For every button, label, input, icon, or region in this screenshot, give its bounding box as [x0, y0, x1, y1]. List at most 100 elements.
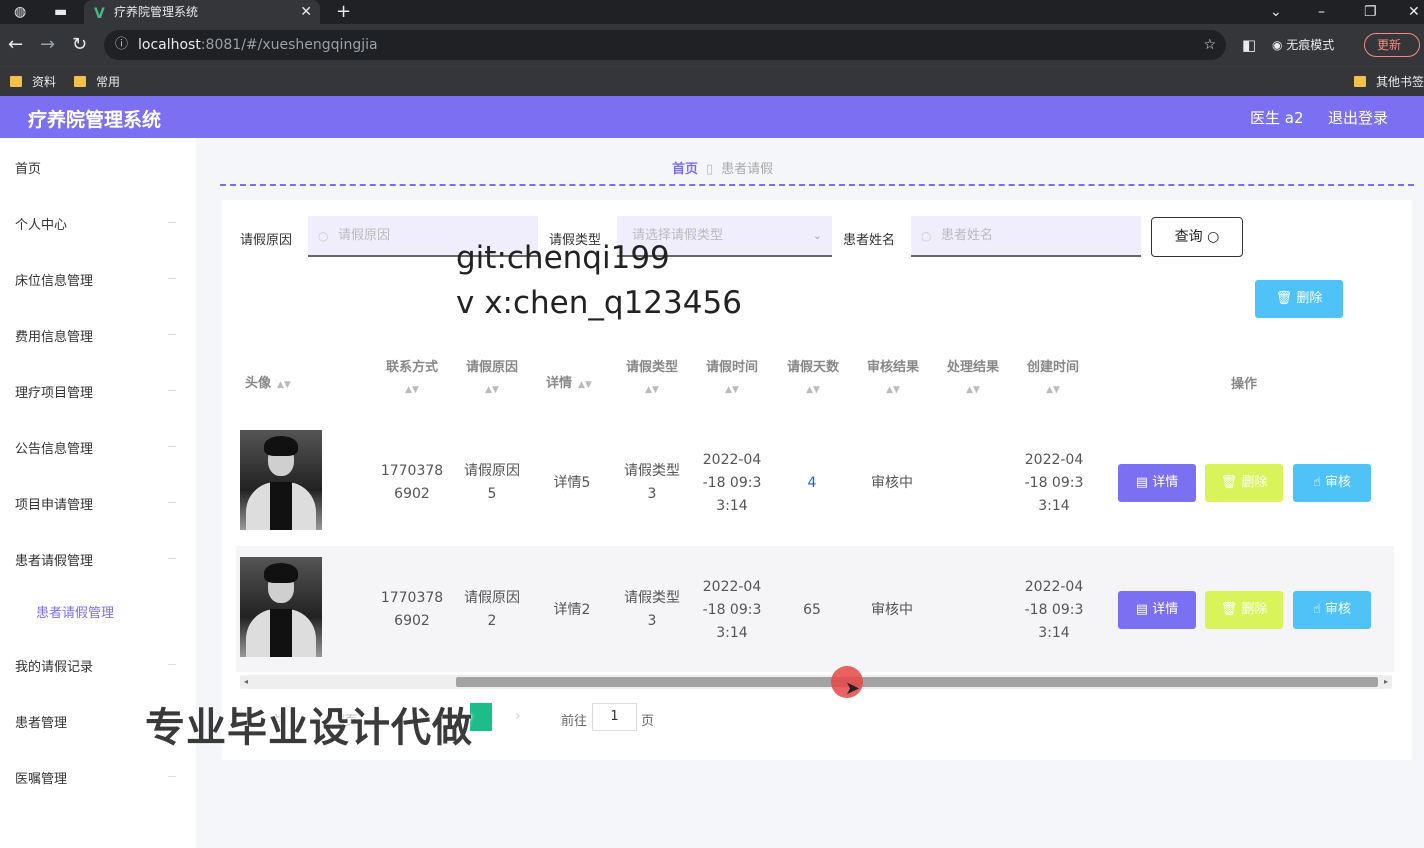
star-icon[interactable]: ☆: [1203, 30, 1216, 60]
info-icon[interactable]: ⓘ: [115, 30, 128, 60]
col-type[interactable]: 请假类型 ▲▼: [622, 356, 682, 395]
pager-current-page[interactable]: [470, 703, 492, 731]
sidebar-subitem-leave-manage[interactable]: 患者请假管理: [36, 602, 114, 621]
logout-button[interactable]: 退出登录: [1328, 107, 1388, 128]
sort-icon[interactable]: ▲▼: [702, 385, 762, 395]
sidebar-item-applications[interactable]: 项目申请管理: [15, 494, 93, 513]
cell-time: 2022-04 -18 09:3 3:14: [702, 579, 762, 641]
goto-unit: 页: [641, 714, 655, 729]
sort-icon[interactable]: ▲▼: [863, 385, 923, 395]
sidebar-item-profile[interactable]: 个人中心: [15, 214, 67, 233]
bookmarks-bar: 资料 常用 其他书签: [0, 66, 1424, 96]
chevron-down-icon[interactable]: ⌄: [1270, 0, 1282, 24]
bookmark-folder[interactable]: 资料: [10, 72, 56, 92]
sidebar-item-notices[interactable]: 公告信息管理: [15, 438, 93, 457]
forward-icon[interactable]: →: [40, 34, 55, 55]
col-audit[interactable]: 审核结果 ▲▼: [863, 356, 923, 395]
cell-reason: 请假原因 2: [464, 590, 520, 629]
window-icon[interactable]: ▬: [54, 0, 67, 24]
close-icon[interactable]: ✕: [300, 0, 312, 24]
sort-icon[interactable]: ▲▼: [1023, 385, 1083, 395]
sidebar-item-my-leave[interactable]: 我的请假记录: [15, 656, 93, 675]
col-reason[interactable]: 请假原因 ▲▼: [462, 356, 522, 395]
col-phone[interactable]: 联系方式 ▲▼: [382, 356, 442, 395]
back-icon[interactable]: ←: [8, 34, 23, 55]
url-path: :8081/#/xueshengqingjia: [200, 37, 378, 53]
vue-logo-icon: V: [94, 6, 105, 22]
url-input[interactable]: ⓘ localhost:8081/#/xueshengqingjia ☆: [104, 30, 1226, 60]
col-created[interactable]: 创建时间 ▲▼: [1023, 356, 1083, 395]
search-icon: ○: [1207, 229, 1220, 245]
chevron-icon: [168, 446, 176, 447]
browser-tabbar: ◍ ▬ V 疗养院管理系统 ✕ + ⌄ – ❐ ✕: [0, 0, 1424, 24]
sidebar-item-fees[interactable]: 费用信息管理: [15, 326, 93, 345]
sidebar-item-orders[interactable]: 医嘱管理: [15, 768, 67, 787]
delete-button[interactable]: 🗑 删除: [1205, 464, 1283, 502]
name-input[interactable]: ○ 患者姓名: [911, 216, 1141, 257]
batch-delete-button[interactable]: 🗑 删除: [1255, 280, 1343, 318]
sidebar-item-leave[interactable]: 患者请假管理: [15, 550, 93, 569]
trash-icon: 🗑: [1220, 475, 1242, 490]
sidepanel-icon[interactable]: ◧: [1242, 36, 1256, 54]
col-avatar[interactable]: 头像 ▲▼: [245, 372, 291, 391]
cell-phone: 1770378 6902: [380, 463, 444, 502]
sort-icon[interactable]: ▲▼: [943, 385, 1003, 395]
bookmark-folder[interactable]: 常用: [74, 72, 120, 92]
breadcrumb-home[interactable]: 首页: [672, 162, 698, 177]
minimize-icon[interactable]: –: [1318, 0, 1325, 24]
col-time[interactable]: 请假时间 ▲▼: [702, 356, 762, 395]
query-button[interactable]: 查询 ○: [1151, 217, 1243, 257]
restore-icon[interactable]: ❐: [1364, 0, 1377, 24]
sidebar-item-therapy[interactable]: 理疗项目管理: [15, 382, 93, 401]
name-placeholder: 患者姓名: [941, 228, 994, 243]
tab-title: 疗养院管理系统: [114, 5, 199, 19]
col-result[interactable]: 处理结果 ▲▼: [943, 356, 1003, 395]
reload-icon[interactable]: ↻: [72, 34, 87, 55]
new-tab-icon[interactable]: +: [336, 0, 351, 24]
chevron-icon: [168, 664, 176, 665]
scroll-right-icon[interactable]: ▸: [1384, 675, 1388, 689]
breadcrumb-separator-icon: ▯: [706, 162, 714, 177]
sidebar-item-beds[interactable]: 床位信息管理: [15, 270, 93, 289]
sort-icon[interactable]: ▲▼: [382, 385, 442, 395]
browser-tab[interactable]: V 疗养院管理系统 ✕: [84, 0, 320, 24]
sort-icon[interactable]: ▲▼: [578, 380, 592, 390]
window-close-icon[interactable]: ✕: [1408, 0, 1420, 24]
sort-icon[interactable]: ▲▼: [622, 385, 682, 395]
sidebar-item-home[interactable]: 首页: [15, 158, 41, 177]
detail-button[interactable]: ▤ 详情: [1118, 464, 1196, 502]
incognito-label[interactable]: ◉ 无痕模式: [1272, 33, 1334, 57]
watermark-vx: v x:chen_q123456: [456, 285, 742, 321]
cell-reason: 请假原因 5: [464, 463, 520, 502]
goto-page-input[interactable]: 1: [592, 703, 637, 731]
chevron-right-icon[interactable]: ›: [505, 703, 531, 731]
folder-icon: [74, 76, 86, 87]
scroll-thumb[interactable]: [456, 677, 1378, 687]
cell-time: 2022-04 -18 09:3 3:14: [702, 452, 762, 514]
update-button[interactable]: 更新: [1364, 33, 1420, 57]
col-detail[interactable]: 详情 ▲▼: [546, 372, 592, 391]
cell-audit: 审核中: [871, 602, 913, 618]
globe-icon[interactable]: ◍: [14, 0, 26, 24]
horizontal-scrollbar[interactable]: ◂ ▸: [240, 675, 1392, 689]
delete-button[interactable]: 🗑 删除: [1205, 591, 1283, 629]
detail-button[interactable]: ▤ 详情: [1118, 591, 1196, 629]
chevron-icon: [168, 776, 176, 777]
sort-icon[interactable]: ▲▼: [462, 385, 522, 395]
cell-days: 65: [803, 602, 821, 618]
avatar: [240, 557, 322, 657]
bookmark-folder[interactable]: 其他书签: [1354, 72, 1424, 92]
chevron-icon: [168, 222, 176, 223]
scroll-left-icon[interactable]: ◂: [244, 675, 248, 689]
audit-button[interactable]: ☝ 审核: [1293, 591, 1371, 629]
chevron-icon: [168, 390, 176, 391]
cell-created: 2022-04 -18 09:3 3:14: [1024, 452, 1084, 514]
sort-icon[interactable]: ▲▼: [783, 385, 843, 395]
col-actions: 操作: [1230, 377, 1257, 392]
chevron-icon: [168, 334, 176, 335]
audit-button[interactable]: ☝ 审核: [1293, 464, 1371, 502]
search-icon: ○: [921, 229, 932, 243]
col-days[interactable]: 请假天数 ▲▼: [783, 356, 843, 395]
sidebar-item-patients[interactable]: 患者管理: [15, 712, 67, 731]
sort-icon[interactable]: ▲▼: [277, 380, 291, 390]
